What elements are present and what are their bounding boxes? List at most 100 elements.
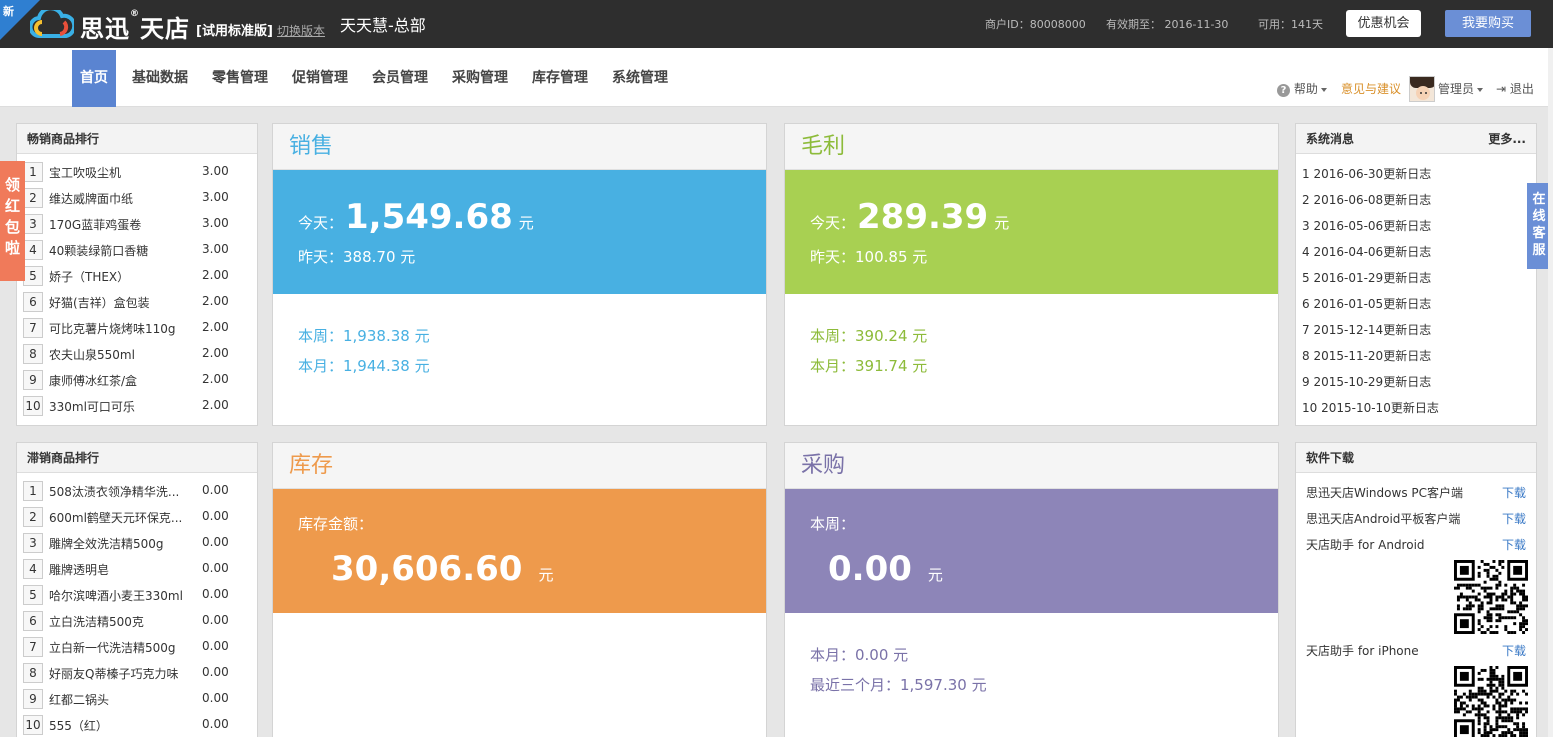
download-link[interactable]: 下载 <box>1502 642 1526 659</box>
download-item: 思迅天店Android平板客户端 下载 <box>1306 510 1526 527</box>
product-name: 立白新一代洗洁精500g <box>49 641 176 655</box>
logout-button[interactable]: ⇥ 退出 <box>1496 80 1534 97</box>
product-value: 0.00 <box>202 691 229 705</box>
product-name: 好丽友Q蒂榛子巧克力味 <box>49 667 179 681</box>
sales-today-value: 1,549.68 <box>345 197 513 237</box>
message-item[interactable]: 6 2016-01-05更新日志 <box>1302 295 1431 312</box>
message-item[interactable]: 9 2015-10-29更新日志 <box>1302 373 1431 390</box>
page-scrollbar[interactable] <box>1548 48 1553 737</box>
download-link[interactable]: 下载 <box>1502 536 1526 553</box>
rank-number: 5 <box>23 266 43 286</box>
rank-number: 10 <box>23 715 43 735</box>
rank-row[interactable]: 4 40颗装绿箭口香糖 3.00 <box>23 240 249 262</box>
rank-row[interactable]: 2 维达威牌面巾纸 3.00 <box>23 188 249 210</box>
product-value: 2.00 <box>202 346 229 360</box>
download-link[interactable]: 下载 <box>1502 510 1526 527</box>
purchase-three-months: 最近三个月：1,597.30 元 <box>810 676 987 694</box>
nav-inventory[interactable]: 库存管理 <box>528 50 592 107</box>
messages-more-link[interactable]: 更多... <box>1488 124 1526 154</box>
rank-row[interactable]: 2 600ml鹤壁天元环保克... 0.00 <box>23 507 249 529</box>
product-name: 600ml鹤壁天元环保克... <box>49 511 183 525</box>
stock-label: 库存金额： <box>298 515 374 533</box>
message-item[interactable]: 4 2016-04-06更新日志 <box>1302 243 1431 260</box>
nav-system[interactable]: 系统管理 <box>608 50 672 107</box>
buy-button[interactable]: 我要购买 <box>1445 10 1531 37</box>
tab-label: 在线客服 <box>1532 192 1546 258</box>
nav-purchase[interactable]: 采购管理 <box>448 50 512 107</box>
product-value: 0.00 <box>202 483 229 497</box>
caret-down-icon <box>1320 87 1327 92</box>
profit-title: 毛利 <box>785 124 1278 170</box>
rank-row[interactable]: 3 170G蓝菲鸡蛋卷 3.00 <box>23 214 249 236</box>
rank-number: 2 <box>23 507 43 527</box>
rank-number: 8 <box>23 663 43 683</box>
product-value: 0.00 <box>202 717 229 731</box>
product-name: 170G蓝菲鸡蛋卷 <box>49 218 142 232</box>
cloud-logo-icon <box>30 10 74 38</box>
profit-yesterday: 昨天：100.85 元 <box>810 248 928 266</box>
avatar[interactable] <box>1409 76 1435 102</box>
message-item[interactable]: 7 2015-12-14更新日志 <box>1302 321 1431 338</box>
rank-row[interactable]: 1 508汰渍衣领净精华洗... 0.00 <box>23 481 249 503</box>
help-menu[interactable]: ? 帮助 <box>1277 80 1327 97</box>
rank-row[interactable]: 10 555（红） 0.00 <box>23 715 249 737</box>
product-value: 2.00 <box>202 320 229 334</box>
message-item[interactable]: 5 2016-01-29更新日志 <box>1302 269 1431 286</box>
switch-version-link[interactable]: 切换版本 <box>277 22 325 39</box>
rank-row[interactable]: 9 红都二锅头 0.00 <box>23 689 249 711</box>
rank-row[interactable]: 8 农夫山泉550ml 2.00 <box>23 344 249 366</box>
user-name: 管理员 <box>1438 82 1475 96</box>
tab-label: 领红包啦 <box>5 176 21 257</box>
store-name: 天天慧-总部 <box>340 16 426 35</box>
bestsellers-panel: 畅销商品排行 1 宝工吹吸尘机 3.00 2 维达威牌面巾纸 3.00 3 170G蓝菲鸡蛋卷… <box>16 123 258 426</box>
product-value: 2.00 <box>202 372 229 386</box>
message-item[interactable]: 1 2016-06-30更新日志 <box>1302 165 1431 182</box>
product-name: 雕牌透明皂 <box>49 563 110 577</box>
rank-row[interactable]: 7 可比克薯片烧烤味110g 2.00 <box>23 318 249 340</box>
logout-icon: ⇥ <box>1496 82 1507 96</box>
rank-row[interactable]: 1 宝工吹吸尘机 3.00 <box>23 162 249 184</box>
nav-promotion[interactable]: 促销管理 <box>288 50 352 107</box>
message-item[interactable]: 3 2016-05-06更新日志 <box>1302 217 1431 234</box>
product-name: 维达威牌面巾纸 <box>49 192 134 206</box>
valid-until: 有效期至： 2016-11-30 <box>1106 18 1229 31</box>
downloads-title: 软件下载 <box>1296 443 1536 473</box>
message-item[interactable]: 8 2015-11-20更新日志 <box>1302 347 1431 364</box>
system-messages-panel: 系统消息 更多... 1 2016-06-30更新日志 2 2016-06-08更… <box>1295 123 1537 426</box>
product-name: 康师傅冰红茶/盒 <box>49 374 138 388</box>
nav-member[interactable]: 会员管理 <box>368 50 432 107</box>
days-available: 可用：141天 <box>1258 18 1323 31</box>
download-link[interactable]: 下载 <box>1502 484 1526 501</box>
product-value: 3.00 <box>202 242 229 256</box>
merchant-id: 商户ID：80008000 <box>985 18 1086 31</box>
feedback-link[interactable]: 意见与建议 <box>1341 80 1401 97</box>
rank-number: 5 <box>23 585 43 605</box>
logout-label: 退出 <box>1509 82 1534 96</box>
rank-row[interactable]: 9 康师傅冰红茶/盒 2.00 <box>23 370 249 392</box>
sales-panel: 销售 今天：1,549.68 元 昨天：388.70 元 本周：1,938.38 … <box>272 123 767 426</box>
nav-retail[interactable]: 零售管理 <box>208 50 272 107</box>
nav-home[interactable]: 首页 <box>72 50 116 107</box>
rank-row[interactable]: 6 好猫(吉祥）盒包装 2.00 <box>23 292 249 314</box>
nav-basic-data[interactable]: 基础数据 <box>128 50 192 107</box>
red-packet-tab[interactable]: 领红包啦 <box>0 161 25 281</box>
rank-row[interactable]: 8 好丽友Q蒂榛子巧克力味 0.00 <box>23 663 249 685</box>
product-name: 雕牌全效洗洁精500g <box>49 537 164 551</box>
rank-number: 2 <box>23 188 43 208</box>
rank-number: 3 <box>23 533 43 553</box>
user-menu[interactable]: 管理员 <box>1438 80 1484 97</box>
rank-row[interactable]: 3 雕牌全效洗洁精500g 0.00 <box>23 533 249 555</box>
top-bar: 新 思迅®天店 [试用标准版] 切换版本 天天慧-总部 商户ID：8000800… <box>0 0 1553 48</box>
promo-button[interactable]: 优惠机会 <box>1346 10 1421 37</box>
rank-row[interactable]: 6 立白洗洁精500克 0.00 <box>23 611 249 633</box>
message-item[interactable]: 2 2016-06-08更新日志 <box>1302 191 1431 208</box>
rank-row[interactable]: 5 娇子（THEX） 2.00 <box>23 266 249 288</box>
caret-down-icon <box>1477 87 1484 92</box>
rank-row[interactable]: 7 立白新一代洗洁精500g 0.00 <box>23 637 249 659</box>
rank-row[interactable]: 4 雕牌透明皂 0.00 <box>23 559 249 581</box>
product-value: 3.00 <box>202 164 229 178</box>
product-name: 红都二锅头 <box>49 693 110 707</box>
rank-row[interactable]: 5 哈尔滨啤酒小麦王330ml 0.00 <box>23 585 249 607</box>
rank-row[interactable]: 10 330ml可口可乐 2.00 <box>23 396 249 418</box>
message-item[interactable]: 10 2015-10-10更新日志 <box>1302 399 1439 416</box>
